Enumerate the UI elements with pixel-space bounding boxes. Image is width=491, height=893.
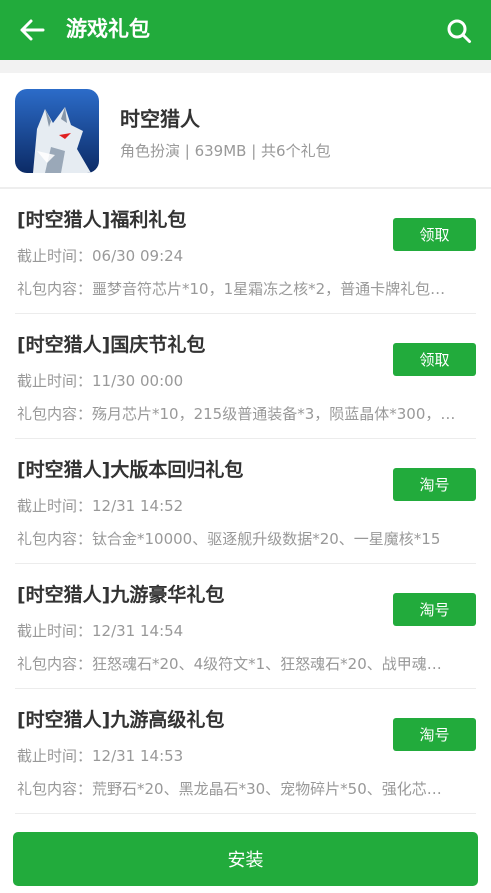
game-meta: 角色扮演 | 639MB | 共6个礼包 <box>120 142 331 160</box>
bottom-action-area: 安装 <box>0 818 491 893</box>
gift-name: [时空猎人]九游高级礼包 <box>17 709 225 731</box>
gift-deadline: 截止时间：11/30 00:00 <box>17 372 184 390</box>
gift-deadline: 截止时间：12/31 14:54 <box>17 622 184 640</box>
gift-item[interactable]: [时空猎人]大版本回归礼包 截止时间：12/31 14:52 礼包内容：钛合金*… <box>15 439 476 564</box>
gift-item[interactable]: [时空猎人]国庆节礼包 截止时间：11/30 00:00 礼包内容：殇月芯片*1… <box>15 314 476 439</box>
back-button[interactable] <box>14 14 50 46</box>
gift-item[interactable]: [时空猎人]九游高级礼包 截止时间：12/31 14:53 礼包内容：荒野石*2… <box>15 689 476 814</box>
search-icon <box>447 19 471 43</box>
gift-deadline: 截止时间：06/30 09:24 <box>17 247 184 265</box>
claim-button[interactable]: 领取 <box>393 218 476 251</box>
gift-deadline: 截止时间：12/31 14:53 <box>17 747 184 765</box>
gift-content: 礼包内容：噩梦音符芯片*10，1星霜冻之核*2，普通卡牌礼包… <box>17 280 446 298</box>
game-title: 时空猎人 <box>120 107 200 131</box>
tao-hao-button[interactable]: 淘号 <box>393 468 476 501</box>
gift-name: [时空猎人]九游豪华礼包 <box>17 584 225 606</box>
gift-content: 礼包内容：钛合金*10000、驱逐舰升级数据*20、一星魔核*15 <box>17 530 441 548</box>
claim-button[interactable]: 领取 <box>393 343 476 376</box>
tao-hao-button[interactable]: 淘号 <box>393 718 476 751</box>
search-button[interactable] <box>441 14 477 48</box>
gift-content: 礼包内容：荒野石*20、黑龙晶石*30、宠物碎片*50、强化芯… <box>17 780 442 798</box>
header-gap <box>0 60 491 73</box>
gift-name: [时空猎人]大版本回归礼包 <box>17 459 244 481</box>
gift-content: 礼包内容：殇月芯片*10，215级普通装备*3，陨蓝晶体*300，… <box>17 405 456 423</box>
game-info-card: 时空猎人 角色扮演 | 639MB | 共6个礼包 <box>0 73 491 188</box>
gift-item[interactable]: [时空猎人]福利礼包 截止时间：06/30 09:24 礼包内容：噩梦音符芯片*… <box>15 189 476 314</box>
wolf-app-icon[interactable] <box>15 89 99 173</box>
gift-item[interactable]: [时空猎人]九游豪华礼包 截止时间：12/31 14:54 礼包内容：狂怒魂石*… <box>15 564 476 689</box>
page-title: 游戏礼包 <box>66 17 150 41</box>
install-button[interactable]: 安装 <box>13 832 478 886</box>
top-app-bar: 游戏礼包 <box>0 0 491 60</box>
tao-hao-button[interactable]: 淘号 <box>393 593 476 626</box>
arrow-left-icon <box>20 19 45 41</box>
gift-deadline: 截止时间：12/31 14:52 <box>17 497 184 515</box>
gift-name: [时空猎人]福利礼包 <box>17 209 187 231</box>
gift-name: [时空猎人]国庆节礼包 <box>17 334 206 356</box>
gift-list: [时空猎人]福利礼包 截止时间：06/30 09:24 礼包内容：噩梦音符芯片*… <box>0 189 491 814</box>
gift-content: 礼包内容：狂怒魂石*20、4级符文*1、狂怒魂石*20、战甲魂… <box>17 655 442 673</box>
